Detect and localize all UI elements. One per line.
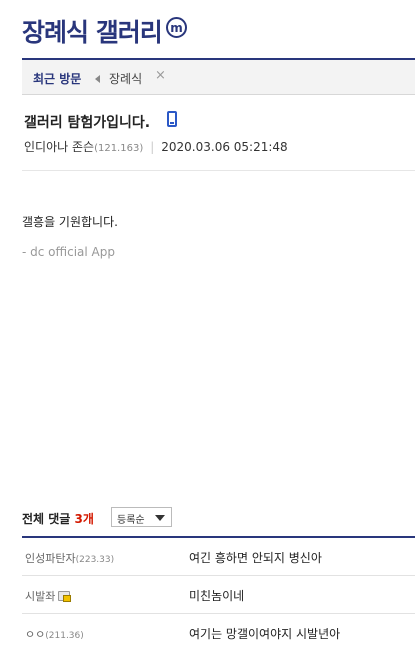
post-meta: 인디아나 존슨(121.163) | 2020.03.06 05:21:48	[24, 138, 288, 155]
recent-item-funeral[interactable]: 장례식	[109, 70, 142, 87]
close-icon[interactable]: ×	[155, 69, 166, 83]
post-author[interactable]: 인디아나 존슨	[24, 140, 94, 154]
sort-select-value: 등록순	[117, 515, 145, 526]
comment-author-name: 시발좌	[25, 590, 56, 603]
recent-visits-label[interactable]: 최근 방문	[33, 70, 81, 87]
comment-text: 여기는 망갤이여야지 시발년아	[189, 627, 341, 641]
comment-author-name: ㅇㅇ	[25, 628, 46, 641]
sort-select[interactable]: 등록순	[111, 507, 172, 527]
comment-author[interactable]: 시발좌	[25, 588, 72, 604]
comments-label: 전체 댓글 3개	[22, 510, 94, 527]
gallery-title[interactable]: 장례식 갤러리	[22, 13, 163, 49]
comment-author[interactable]: ㅇㅇ(211.36)	[25, 626, 84, 642]
chevron-down-icon	[155, 515, 165, 521]
comment-author-ip: (223.33)	[75, 555, 115, 565]
post-author-ip: (121.163)	[94, 143, 144, 154]
comment-text: 여긴 흥하면 안되지 병신아	[189, 551, 322, 565]
comments-title: 전체 댓글	[22, 512, 71, 526]
comment-author-name: 인성파탄자	[25, 552, 76, 565]
comment-text: 미친놈이네	[189, 589, 245, 603]
comment-author[interactable]: 인성파탄자(223.33)	[25, 550, 114, 566]
comment-row: ㅇㅇ(211.36) 여기는 망갤이여야지 시발년아	[22, 614, 415, 652]
comments-list: 인성파탄자(223.33) 여긴 흥하면 안되지 병신아 시발좌 미친놈이네 ㅇ…	[22, 536, 415, 652]
post-date: 2020.03.06 05:21:48	[161, 140, 288, 154]
mobile-icon	[167, 111, 177, 127]
recent-visits-bar: 최근 방문 장례식 ×	[22, 58, 415, 95]
post-signature: - dc official App	[22, 245, 115, 259]
mobile-gallery-badge-icon: m	[166, 17, 187, 38]
gallery-header: 장례식 갤러리 m	[0, 0, 415, 58]
triangle-left-icon[interactable]	[95, 75, 100, 83]
divider	[22, 170, 415, 171]
comment-author-ip: (211.36)	[45, 631, 84, 641]
comment-row: 인성파탄자(223.33) 여긴 흥하면 안되지 병신아	[22, 538, 415, 576]
post-body: 갤흥을 기원합니다.	[22, 215, 118, 229]
post-title: 갤러리 탐험가입니다.	[24, 115, 151, 131]
member-icon	[58, 591, 72, 602]
comments-count: 3개	[74, 512, 94, 526]
comments-header: 전체 댓글 3개 등록순	[22, 507, 415, 535]
meta-divider: |	[150, 140, 155, 154]
comment-row: 시발좌 미친놈이네	[22, 576, 415, 614]
